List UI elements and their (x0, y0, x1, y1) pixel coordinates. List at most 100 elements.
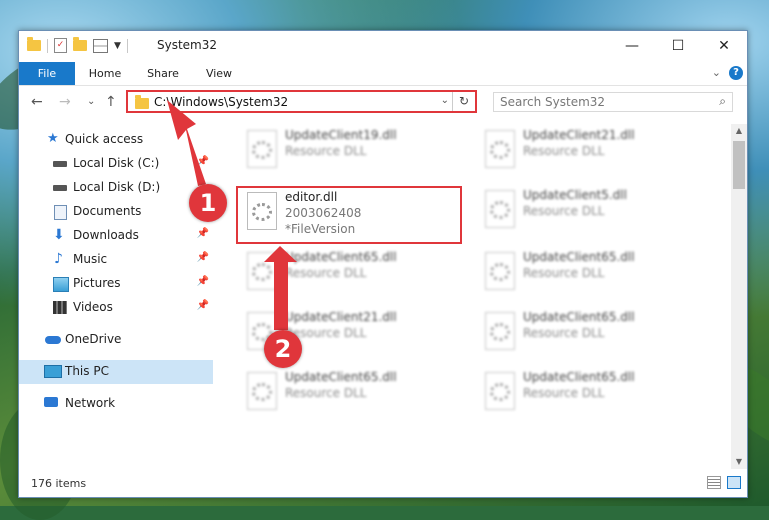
pictures-icon (53, 277, 69, 292)
sidebar-item-music[interactable]: ♪ Music 📌 (19, 248, 213, 272)
help-icon[interactable]: ? (729, 66, 743, 80)
downloads-icon: ⬇ (53, 227, 65, 243)
file-tile[interactable]: UpdateClient21.dll Resource DLL (479, 126, 709, 176)
dll-file-icon (247, 252, 277, 290)
sidebar-item-pictures[interactable]: Pictures 📌 (19, 272, 213, 296)
file-type: Resource DLL (523, 204, 605, 218)
search-icon[interactable]: ⌕ (719, 94, 726, 109)
large-icons-view-icon[interactable] (727, 476, 741, 489)
address-dropdown-icon[interactable]: ⌄ (441, 95, 449, 106)
file-name: UpdateClient21.dll (523, 128, 635, 142)
sidebar-item-videos[interactable]: Videos 📌 (19, 296, 213, 320)
drive-icon (53, 161, 67, 167)
customize-dropdown-icon[interactable]: ▼ (114, 41, 121, 51)
file-tile[interactable]: UpdateClient65.dll Resource DLL (479, 368, 709, 418)
pin-icon: 📌 (196, 300, 209, 311)
sidebar-item-documents[interactable]: Documents (19, 200, 213, 224)
sidebar-item-label: Videos (73, 300, 113, 314)
pin-icon: 📌 (196, 156, 209, 167)
sidebar-item-label: Pictures (73, 276, 121, 290)
pin-icon: 📌 (196, 252, 209, 263)
quick-access-toolbar: ✓ ▼ (27, 37, 128, 53)
back-icon[interactable]: ← (31, 94, 43, 110)
address-path[interactable]: C:\Windows\System32 (154, 95, 288, 109)
refresh-icon[interactable]: ↻ (452, 92, 475, 111)
sidebar-item-label: Network (65, 396, 116, 410)
file-type: Resource DLL (523, 144, 605, 158)
file-name: UpdateClient65.dll (285, 250, 397, 264)
close-button[interactable]: ✕ (701, 31, 747, 61)
file-tile[interactable]: UpdateClient65.dll Resource DLL (241, 248, 471, 298)
properties-check-icon[interactable]: ✓ (54, 38, 67, 53)
maximize-button[interactable]: ☐ (655, 31, 701, 61)
search-placeholder: Search System32 (500, 95, 606, 109)
file-name: UpdateClient5.dll (523, 188, 627, 202)
music-icon: ♪ (54, 251, 63, 267)
properties-icon[interactable] (93, 38, 108, 53)
tab-share[interactable]: Share (139, 62, 187, 85)
sidebar-item-quick-access[interactable]: ★ Quick access (19, 128, 213, 152)
tab-home[interactable]: Home (81, 62, 129, 85)
star-icon: ★ (47, 131, 59, 146)
details-view-icon[interactable] (707, 476, 721, 489)
scroll-up-icon[interactable]: ▲ (731, 124, 747, 138)
forward-icon[interactable]: → (59, 94, 71, 110)
explorer-window: ✓ ▼ System32 — ☐ ✕ File Home Share View … (18, 30, 748, 498)
new-folder-icon[interactable] (73, 37, 87, 51)
sidebar-item-local-disk-c[interactable]: Local Disk (C:) 📌 (19, 152, 213, 176)
search-input[interactable]: Search System32 ⌕ (493, 92, 733, 112)
pin-icon: 📌 (196, 228, 209, 239)
dll-file-icon (247, 130, 277, 168)
documents-icon (54, 205, 67, 220)
status-bar: 176 items (19, 469, 747, 497)
file-name: UpdateClient65.dll (523, 250, 635, 264)
minimize-button[interactable]: — (609, 31, 655, 61)
dll-file-icon (485, 372, 515, 410)
file-tile[interactable]: UpdateClient65.dll Resource DLL (241, 368, 471, 418)
file-tile[interactable]: UpdateClient65.dll Resource DLL (479, 308, 709, 358)
file-type: Resource DLL (285, 144, 367, 158)
file-name: UpdateClient65.dll (285, 370, 397, 384)
file-name: UpdateClient65.dll (523, 310, 635, 324)
network-icon (44, 397, 58, 407)
tab-view[interactable]: View (195, 62, 243, 85)
file-name: UpdateClient19.dll (285, 128, 397, 142)
dll-file-icon (247, 372, 277, 410)
file-tile[interactable]: UpdateClient65.dll Resource DLL (479, 248, 709, 298)
videos-icon (53, 301, 67, 314)
sidebar-item-network[interactable]: Network (19, 392, 213, 416)
sidebar-item-onedrive[interactable]: OneDrive (19, 328, 213, 352)
divider (47, 38, 48, 53)
dll-file-icon (485, 190, 515, 228)
scroll-thumb[interactable] (733, 141, 745, 189)
divider (126, 38, 128, 53)
sidebar-item-label: Quick access (65, 132, 144, 146)
sidebar-item-local-disk-d[interactable]: Local Disk (D:) (19, 176, 213, 200)
navigation-pane: ★ Quick access Local Disk (C:) 📌 Local D… (19, 124, 213, 464)
scroll-down-icon[interactable]: ▼ (731, 455, 747, 469)
file-type: Resource DLL (523, 266, 605, 280)
up-icon[interactable]: ↑ (105, 94, 117, 110)
callout-2: 2 (264, 330, 302, 368)
sidebar-item-this-pc[interactable]: This PC (19, 360, 213, 384)
folder-icon[interactable] (27, 37, 41, 51)
address-bar[interactable]: C:\Windows\System32 ⌄ ↻ (126, 90, 477, 113)
ribbon-tabs: File Home Share View ⌄ ? (19, 62, 747, 86)
file-type: Resource DLL (285, 386, 367, 400)
computer-icon (44, 365, 62, 378)
callout-1: 1 (189, 184, 227, 222)
highlight-box-editor-dll (236, 186, 462, 244)
vertical-scrollbar[interactable]: ▲ ▼ (731, 124, 747, 469)
tab-file[interactable]: File (19, 62, 75, 85)
file-type: Resource DLL (285, 266, 367, 280)
recent-locations-icon[interactable]: ⌄ (87, 96, 95, 107)
file-list: UpdateClient19.dll Resource DLL UpdateCl… (223, 124, 733, 469)
pin-icon: 📌 (196, 276, 209, 287)
collapse-ribbon-icon[interactable]: ⌄ (712, 66, 721, 79)
file-name: UpdateClient65.dll (523, 370, 635, 384)
sidebar-item-downloads[interactable]: ⬇ Downloads 📌 (19, 224, 213, 248)
file-tile[interactable]: UpdateClient19.dll Resource DLL (241, 126, 471, 176)
sidebar-item-label: Local Disk (C:) (73, 156, 160, 170)
file-type: Resource DLL (523, 326, 605, 340)
file-tile[interactable]: UpdateClient5.dll Resource DLL (479, 186, 709, 236)
